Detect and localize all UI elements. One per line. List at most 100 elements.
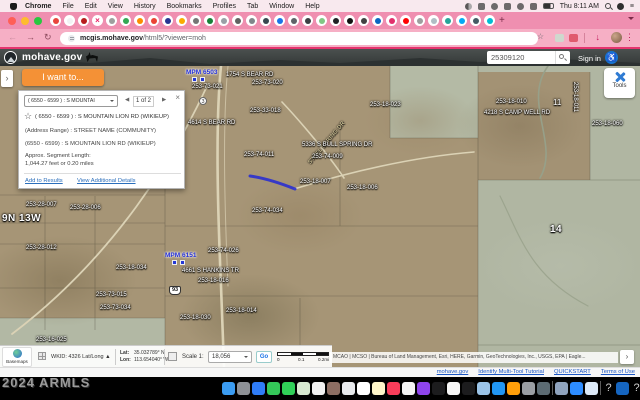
pages-dock-icon[interactable] xyxy=(507,382,520,395)
browser-tab[interactable] xyxy=(470,15,481,26)
next-result-button[interactable]: ▶ xyxy=(162,97,166,103)
browser-tab[interactable] xyxy=(78,15,89,26)
bookmark-star-icon[interactable]: ☆ xyxy=(537,32,544,41)
photos-dock-icon[interactable] xyxy=(312,382,325,395)
podcasts-dock-icon[interactable] xyxy=(417,382,430,395)
address-bar[interactable]: mcgis.mohave.gov /html5/?viewer=moh xyxy=(60,32,538,45)
new-tab-button[interactable]: + xyxy=(499,15,505,26)
quicktime-dock-icon[interactable] xyxy=(585,382,598,395)
apple-menu-icon[interactable] xyxy=(10,3,17,10)
footer-link[interactable]: Identify Multi-Tool Tutorial xyxy=(478,369,544,375)
browser-tab[interactable] xyxy=(204,15,215,26)
downloads-icon[interactable]: ↓ xyxy=(596,32,601,42)
dock-divider[interactable] xyxy=(600,381,601,395)
view-additional-details-link[interactable]: View Additional Details xyxy=(77,178,136,184)
menu-item[interactable]: Bookmarks xyxy=(167,3,202,10)
facetime-dock-icon[interactable] xyxy=(267,382,280,395)
browser-tab[interactable] xyxy=(106,15,117,26)
browser-tab[interactable] xyxy=(246,15,257,26)
missing-app-icon[interactable]: ? xyxy=(603,382,614,395)
browser-tab[interactable] xyxy=(232,15,243,26)
menu-item[interactable]: View xyxy=(108,3,123,10)
zoom-window-button[interactable] xyxy=(34,17,42,25)
browser-tab[interactable] xyxy=(428,15,439,26)
calendar-dock-icon[interactable] xyxy=(402,382,415,395)
tv-dock-icon[interactable] xyxy=(432,382,445,395)
spotlight-icon[interactable] xyxy=(605,3,611,9)
attribution-expand-button[interactable]: › xyxy=(620,350,634,364)
tab-search-icon[interactable] xyxy=(628,17,634,23)
accessibility-icon[interactable]: ♿ xyxy=(605,51,618,64)
go-button[interactable]: Go xyxy=(256,351,272,363)
messages-dock-icon[interactable] xyxy=(282,382,295,395)
browser-tab[interactable] xyxy=(288,15,299,26)
settings-dock-icon[interactable] xyxy=(522,382,535,395)
battery-icon[interactable] xyxy=(543,3,554,9)
browser-tab[interactable] xyxy=(64,15,75,26)
maps-dock-icon[interactable] xyxy=(297,382,310,395)
footer-link[interactable]: mohave.gov xyxy=(437,369,469,375)
menu-item[interactable]: Profiles xyxy=(213,3,236,10)
close-icon[interactable]: × xyxy=(175,93,180,102)
news-dock-icon[interactable] xyxy=(447,382,460,395)
network-globe-dock-icon[interactable] xyxy=(616,382,629,395)
wifi-icon[interactable] xyxy=(517,3,524,10)
reminders-dock-icon[interactable] xyxy=(357,382,370,395)
browser-tab[interactable] xyxy=(456,15,467,26)
browser-tab[interactable] xyxy=(316,15,327,26)
add-to-results-link[interactable]: Add to Results xyxy=(25,178,63,184)
close-window-button[interactable] xyxy=(8,17,16,25)
books-dock-icon[interactable] xyxy=(327,382,340,395)
browser-tab[interactable] xyxy=(386,15,397,26)
dock-divider[interactable] xyxy=(552,381,553,395)
control-center-icon[interactable] xyxy=(617,3,624,10)
browser-tab[interactable] xyxy=(414,15,425,26)
display-icon[interactable] xyxy=(478,3,485,10)
keynote-dock-icon[interactable] xyxy=(492,382,505,395)
reload-icon[interactable]: ↻ xyxy=(44,32,52,43)
extension-icon[interactable] xyxy=(569,34,578,42)
wkid-selector[interactable]: WKID: 4326 Lat/Long ▲ xyxy=(51,354,111,360)
menu-item[interactable]: Chrome xyxy=(25,3,51,10)
launchpad-dock-icon[interactable] xyxy=(237,382,250,395)
profile-avatar[interactable] xyxy=(611,32,622,43)
tools-button[interactable]: Tools xyxy=(604,68,635,98)
browser-tab[interactable] xyxy=(120,15,131,26)
browser-tab[interactable] xyxy=(176,15,187,26)
menu-item[interactable]: Help xyxy=(305,3,319,10)
map-canvas[interactable]: MPM 65031754 S BEAR RD253-73-021253-73-0… xyxy=(0,66,640,367)
basemaps-button[interactable]: Basemaps xyxy=(2,347,32,367)
browser-tab[interactable] xyxy=(50,15,61,26)
folder-dock-icon[interactable] xyxy=(555,382,568,395)
finder-dock-icon[interactable] xyxy=(222,382,235,395)
browser-tab[interactable] xyxy=(148,15,159,26)
sign-in-link[interactable]: Sign in xyxy=(578,54,601,63)
menu-item[interactable]: Edit xyxy=(85,3,97,10)
browser-tab[interactable] xyxy=(134,15,145,26)
site-info-icon[interactable] xyxy=(68,35,75,42)
chrome-dock-icon[interactable] xyxy=(342,382,355,395)
browser-menu-icon[interactable]: ⋮ xyxy=(625,32,634,43)
sidebar-collapse-button[interactable]: › xyxy=(1,70,13,87)
browser-tab[interactable] xyxy=(344,15,355,26)
search-button[interactable] xyxy=(555,51,570,64)
screen-mirroring-icon[interactable] xyxy=(504,3,511,10)
stocks-dock-icon[interactable] xyxy=(462,382,475,395)
menu-bar-clock[interactable]: Thu 8:11 AM xyxy=(560,3,599,10)
prev-result-button[interactable]: ◀ xyxy=(125,97,129,103)
menu-item[interactable]: Window xyxy=(269,3,294,10)
browser-tab[interactable] xyxy=(442,15,453,26)
favorite-star-icon[interactable]: ☆ xyxy=(24,111,32,122)
browser-tab[interactable] xyxy=(274,15,285,26)
browser-tab[interactable] xyxy=(260,15,271,26)
forward-icon[interactable]: → xyxy=(26,32,35,42)
safari-dock-icon[interactable] xyxy=(252,382,265,395)
i-want-to-button[interactable]: I want to... xyxy=(22,69,104,86)
browser-tab[interactable] xyxy=(190,15,201,26)
menu-item[interactable]: Tab xyxy=(247,3,258,10)
browser-tab[interactable] xyxy=(400,15,411,26)
parcel-search-input[interactable] xyxy=(487,51,555,64)
music-dock-icon[interactable] xyxy=(387,382,400,395)
missing-app-icon[interactable]: ? xyxy=(631,382,640,395)
notes-dock-icon[interactable] xyxy=(372,382,385,395)
